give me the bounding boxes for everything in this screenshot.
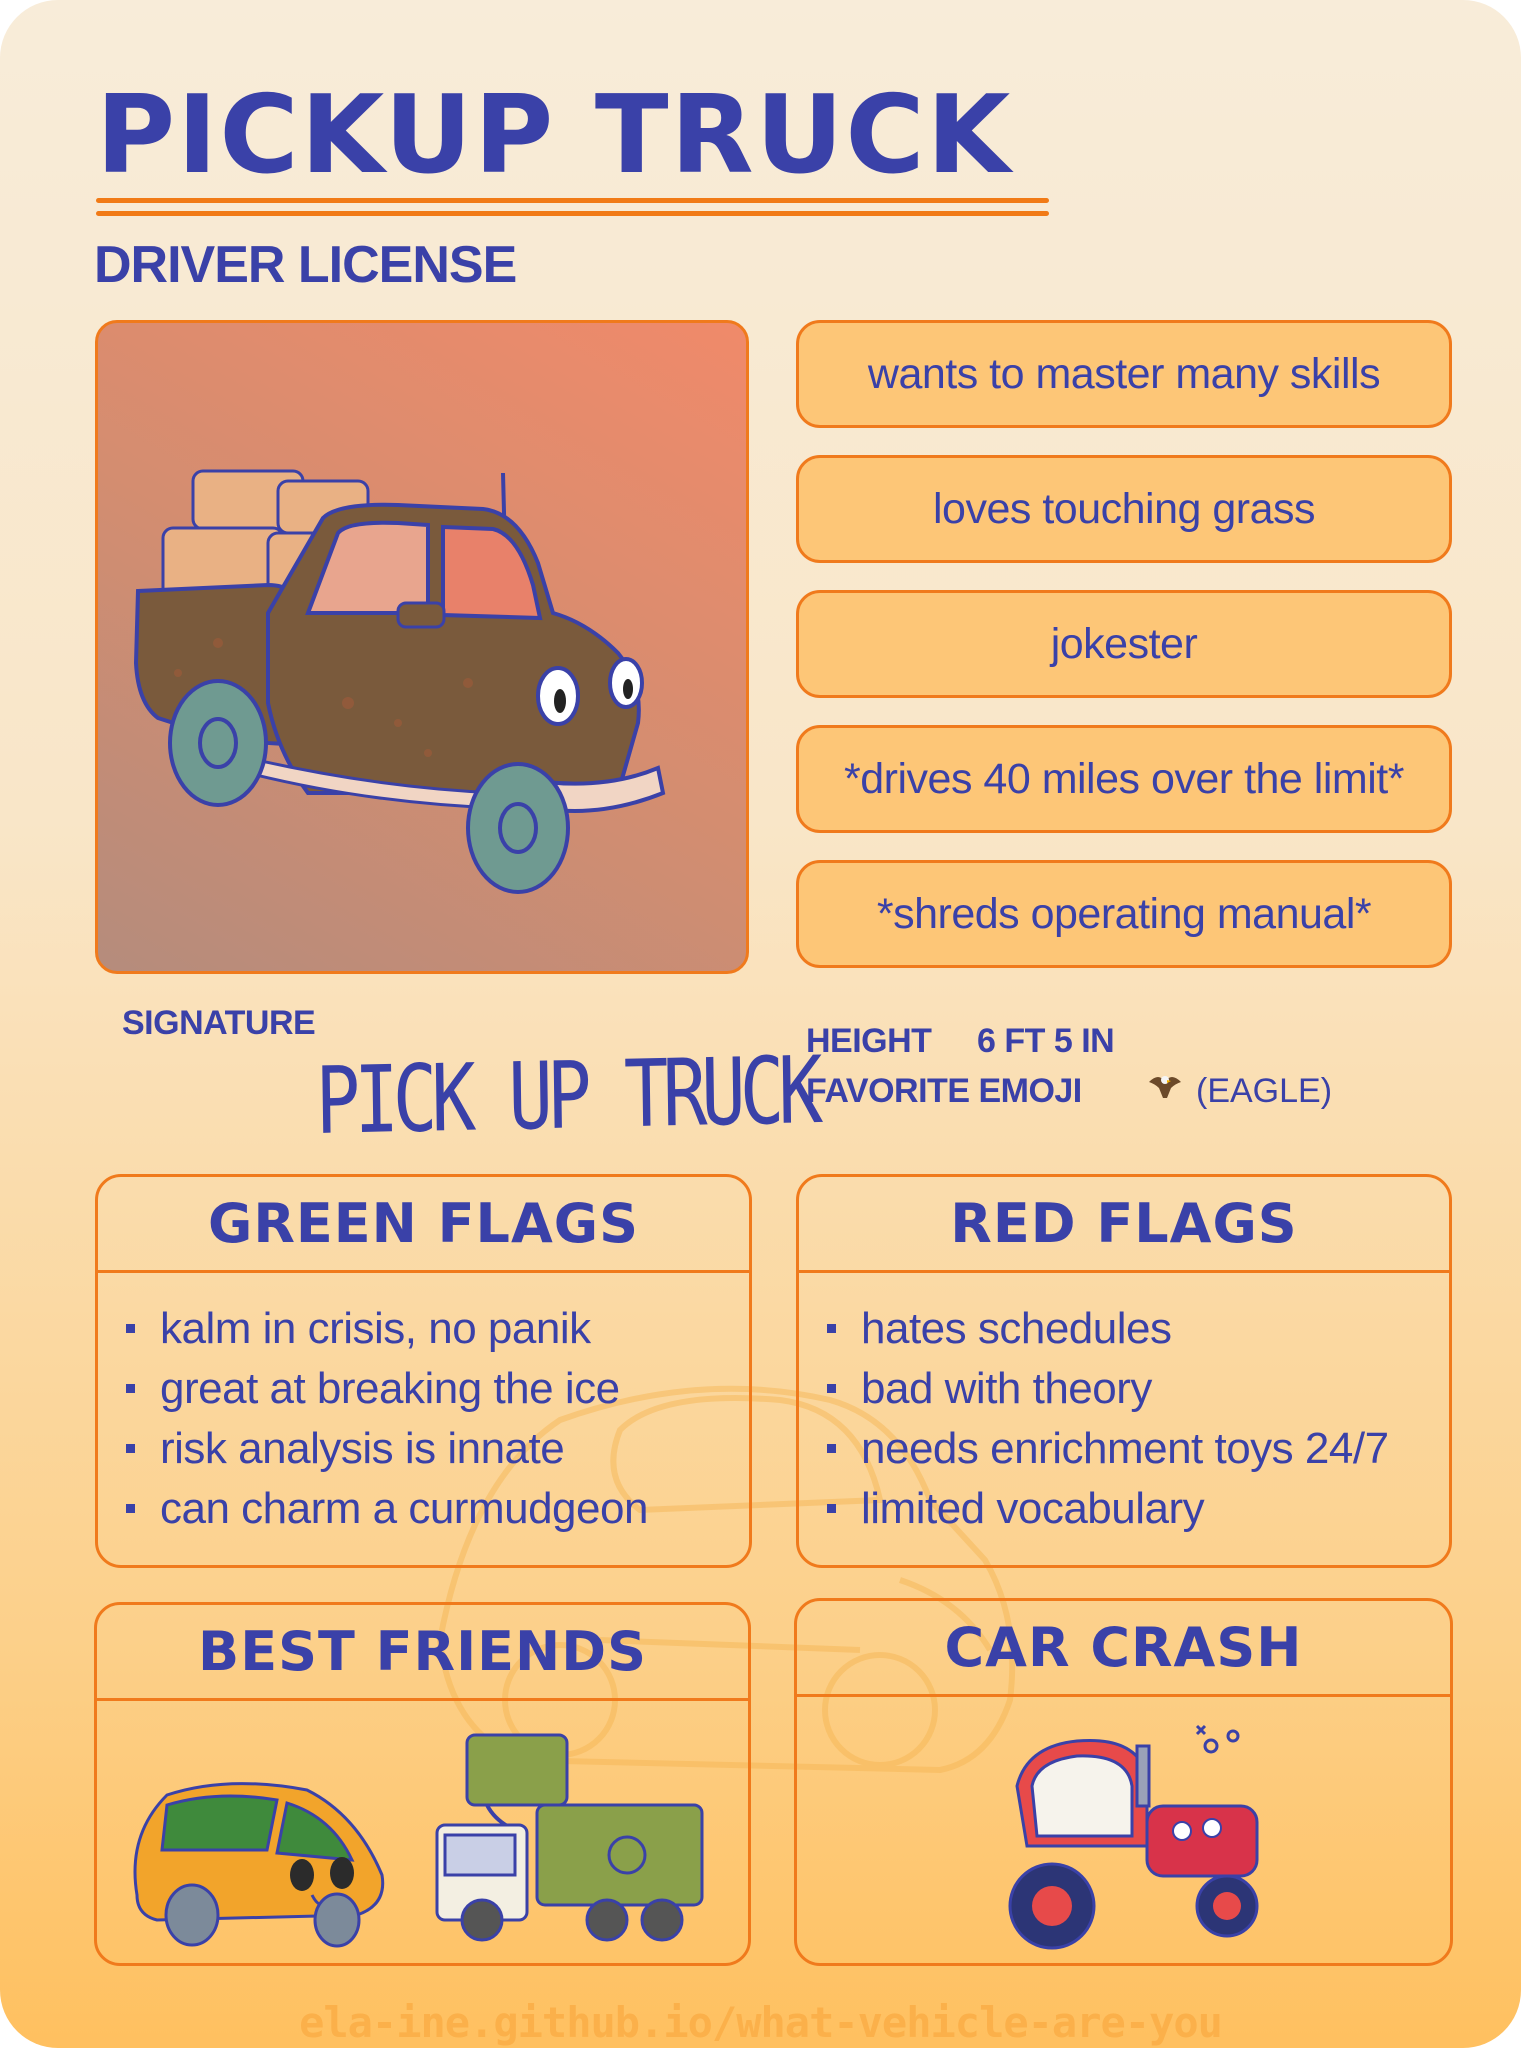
green-flags-heading: GREEN FLAGS [98,1177,749,1273]
pickup-truck-icon [133,469,666,894]
bullet-icon [126,1444,135,1453]
vehicle-photo [95,320,749,974]
list-item: risk analysis is innate [126,1419,749,1479]
list-item: can charm a curmudgeon [126,1479,749,1539]
title-underline-bottom [96,211,1049,216]
list-item: needs enrichment toys 24/7 [827,1419,1449,1479]
list-item: limited vocabulary [827,1479,1449,1539]
trait-tag: jokester [796,590,1452,698]
list-item: bad with theory [827,1359,1449,1419]
bullet-icon [827,1324,836,1333]
red-flags-list: hates schedules bad with theory needs en… [799,1273,1449,1539]
bullet-icon [126,1324,135,1333]
garbage-truck-icon [435,1733,704,1942]
car-crash-heading: CAR CRASH [797,1601,1450,1697]
title-underline-top [96,198,1049,203]
bullet-icon [827,1384,836,1393]
eagle-emoji-icon [1149,1076,1181,1098]
bullet-icon [827,1444,836,1453]
height-label: HEIGHT [806,1022,932,1060]
signature: PICK UP TRUCK [315,1037,818,1156]
car-crash-panel: CAR CRASH [794,1598,1453,1966]
red-flags-panel: RED FLAGS hates schedules bad with theor… [796,1174,1452,1568]
emoji-value: (EAGLE) [1196,1072,1333,1110]
green-flags-list: kalm in crisis, no panik great at breaki… [98,1273,749,1539]
best-friends-heading: BEST FRIENDS [97,1605,748,1701]
emoji-label: FAVORITE EMOJI [806,1072,1082,1110]
list-item: great at breaking the ice [126,1359,749,1419]
minivan-icon [133,1782,385,1948]
red-flags-heading: RED FLAGS [799,1177,1449,1273]
tractor-icon [1008,1724,1259,1950]
footer-url[interactable]: ela-ine.github.io/what-vehicle-are-you [0,1998,1521,2047]
page-title: PICKUP TRUCK [96,73,1013,198]
list-item: hates schedules [827,1299,1449,1359]
best-friends-panel: BEST FRIENDS [94,1602,751,1966]
height-value: 6 FT 5 IN [977,1022,1115,1060]
bullet-icon [126,1504,135,1513]
license-card: PICKUP TRUCK DRIVER LICENSE wants to mas… [0,0,1521,2048]
trait-tag: wants to master many skills [796,320,1452,428]
green-flags-panel: GREEN FLAGS kalm in crisis, no panik gre… [95,1174,752,1568]
signature-label: SIGNATURE [122,1004,316,1042]
bullet-icon [827,1504,836,1513]
list-item: kalm in crisis, no panik [126,1299,749,1359]
trait-tag: *drives 40 miles over the limit* [796,725,1452,833]
trait-tag: *shreds operating manual* [796,860,1452,968]
bullet-icon [126,1384,135,1393]
trait-tag: loves touching grass [796,455,1452,563]
license-subtitle: DRIVER LICENSE [94,236,517,294]
